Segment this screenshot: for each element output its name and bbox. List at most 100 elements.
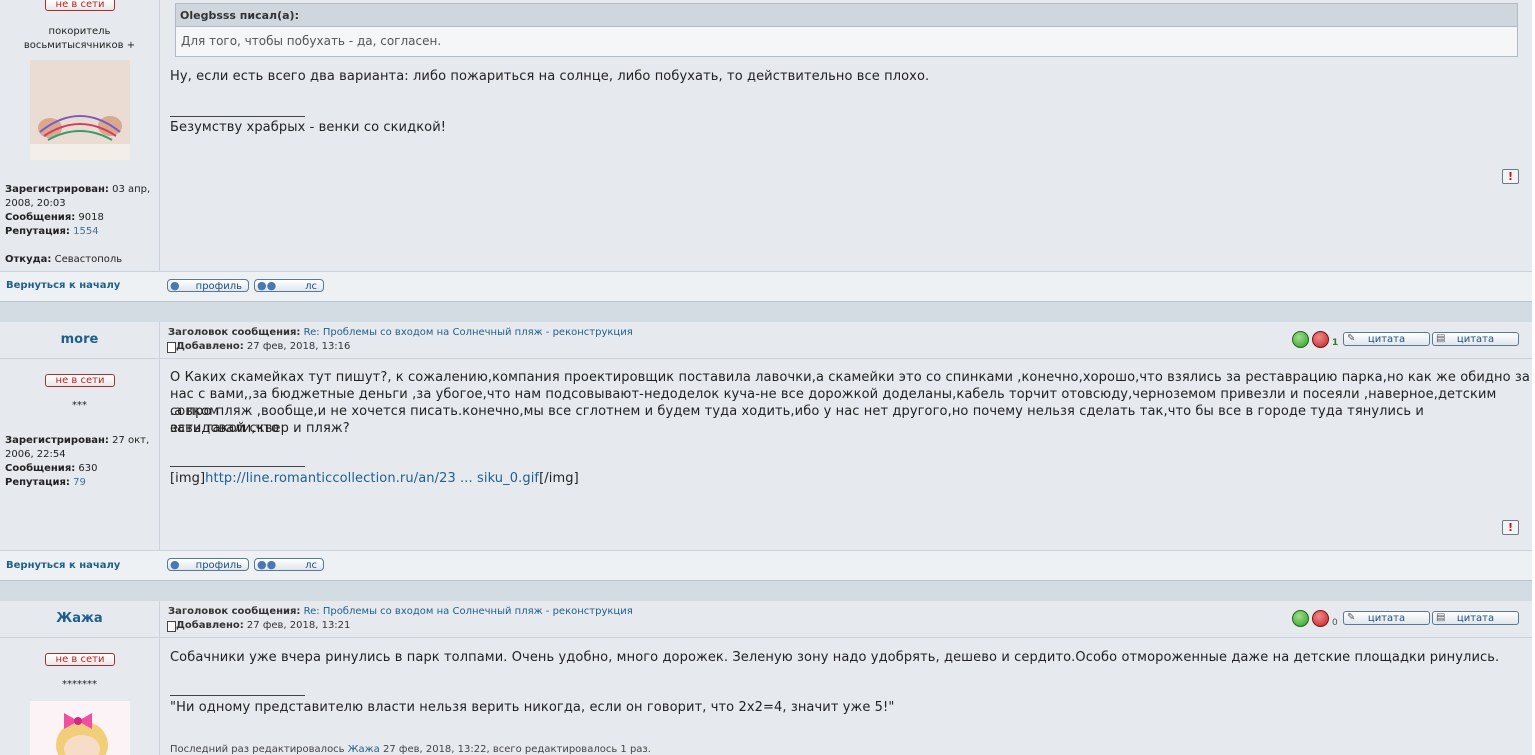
vote-down-icon[interactable] [1312, 331, 1329, 348]
post-signature: [img]http://line.romanticcollection.ru/a… [170, 470, 579, 487]
subject-link[interactable]: Re: Проблемы со входом на Солнечный пляж… [304, 606, 633, 617]
reputation-label: Репутация: [5, 226, 70, 237]
multi-quote-button[interactable]: ▤ цитата [1432, 611, 1519, 625]
user-rank: *** [72, 400, 87, 411]
multi-quote-button[interactable]: ▤ цитата [1432, 332, 1519, 346]
user-messages: Сообщения: 9018 [5, 211, 155, 225]
messages-label: Сообщения: [5, 463, 76, 474]
signature-link[interactable]: http://line.romanticcollection.ru/an/23 … [205, 471, 539, 486]
post-body-line: .а про пляж ,вообще,и не хочется писать.… [170, 404, 1424, 436]
multi-quote-icon: ▤ [1436, 333, 1446, 344]
post-body: Собачники уже вчера ринулись в парк толп… [170, 650, 1500, 665]
users-icon: ●● [257, 279, 277, 292]
user-reputation: Репутация: 1554 [5, 225, 155, 239]
post-signature: Безумству храбрых - венки со скидкой! [170, 120, 447, 135]
registered-label: Зарегистрирован: [5, 184, 109, 195]
multi-quote-icon: ▤ [1436, 612, 1446, 623]
signature-divider [170, 695, 305, 696]
post-separator [0, 580, 1532, 602]
post-document-icon[interactable] [167, 621, 176, 632]
edit-suffix: 27 фев, 2018, 13:22, всего редактировало… [379, 744, 651, 755]
multi-quote-button-label: цитата [1456, 613, 1495, 624]
subject-link[interactable]: Re: Проблемы со входом на Солнечный пляж… [304, 327, 633, 338]
messages-value: 630 [75, 463, 98, 474]
messages-label: Сообщения: [5, 212, 76, 223]
last-edit-note: Последний раз редактировалось Жажа 27 фе… [170, 744, 651, 755]
quote-author: Olegbsss писал(а): [175, 3, 1518, 27]
post-separator [0, 301, 1532, 323]
added-label: Добавлено: [176, 341, 244, 352]
subject-label: Заголовок сообщения: [168, 606, 301, 617]
report-post-icon[interactable]: ! [1502, 520, 1519, 535]
registered-label: Зарегистрирован: [5, 435, 109, 446]
quote-button-label: цитата [1367, 334, 1406, 345]
user-registered: Зарегистрирован: 03 апр, 2008, 20:03 [5, 183, 155, 211]
avatar-image [30, 701, 130, 755]
reputation-label: Репутация: [5, 477, 70, 488]
quote-text: Для того, чтобы побухать - да, согласен. [175, 27, 1518, 57]
edit-prefix: Последний раз редактировалось [170, 744, 348, 755]
user-avatar[interactable] [30, 701, 130, 755]
post-signature: "Ни одному представителю власти нельзя в… [170, 700, 895, 715]
reputation-value[interactable]: 79 [70, 477, 86, 488]
vote-down-icon[interactable] [1312, 610, 1329, 627]
pm-button-label: лс [305, 560, 317, 571]
user-messages: Сообщения: 630 [5, 462, 155, 476]
profile-button-label: профиль [195, 560, 242, 571]
vote-up-icon[interactable] [1292, 610, 1309, 627]
offline-status-badge[interactable]: не в сети [45, 374, 115, 387]
users-icon: ●● [257, 558, 277, 571]
pm-button-label: лс [305, 281, 317, 292]
profile-button-label: профиль [195, 281, 242, 292]
quote-icon: ✎ [1347, 333, 1356, 344]
user-reputation: Репутация: 79 [5, 476, 155, 490]
post-date: Добавлено: 27 фев, 2018, 13:16 [176, 341, 350, 352]
sig-img-close: [/img] [539, 471, 579, 486]
profile-button[interactable]: ● профиль [167, 558, 249, 571]
profile-icon: ● [170, 279, 180, 292]
profile-button[interactable]: ● профиль [167, 279, 249, 292]
user-location: Откуда: Севастополь [5, 253, 155, 267]
profile-icon: ● [170, 558, 180, 571]
report-post-icon[interactable]: ! [1502, 169, 1519, 184]
back-to-top-link[interactable]: Вернуться к началу [6, 280, 120, 291]
post-body-line: О Каких скамейках тут пишут?, к сожалени… [170, 370, 1530, 385]
private-message-button[interactable]: ●● лс [254, 558, 324, 571]
offline-status-badge[interactable]: не в сети [45, 653, 115, 666]
post-author-name[interactable]: Жажа [0, 611, 159, 626]
reputation-value[interactable]: 1554 [70, 226, 98, 237]
post-document-icon[interactable] [167, 342, 176, 353]
post-subject: Заголовок сообщения: Re: Проблемы со вхо… [168, 327, 633, 338]
messages-value: 9018 [75, 212, 104, 223]
user-registered: Зарегистрирован: 27 окт, 2006, 22:54 [5, 434, 155, 462]
added-label: Добавлено: [176, 620, 244, 631]
added-value: 27 фев, 2018, 13:21 [243, 620, 351, 631]
user-rank: покоритель восьмитысячников + [23, 26, 136, 51]
sig-img-open: [img] [170, 471, 206, 486]
back-to-top-link[interactable]: Вернуться к началу [6, 560, 120, 571]
quote-button-label: цитата [1367, 613, 1406, 624]
added-value: 27 фев, 2018, 13:16 [243, 341, 351, 352]
post-author-name[interactable]: more [0, 332, 159, 347]
post-subject: Заголовок сообщения: Re: Проблемы со вхо… [168, 606, 633, 617]
edit-user-link[interactable]: Жажа [348, 744, 380, 755]
location-label: Откуда: [5, 254, 52, 265]
user-avatar[interactable] [30, 60, 130, 160]
multi-quote-button-label: цитата [1456, 334, 1495, 345]
vote-count: 0 [1332, 618, 1338, 628]
offline-status-badge[interactable]: не в сети [45, 0, 115, 11]
subject-label: Заголовок сообщения: [168, 327, 301, 338]
post-body: Ну, если есть всего два варианта: либо п… [170, 69, 930, 84]
signature-divider [170, 466, 305, 467]
quote-button[interactable]: ✎ цитата [1343, 611, 1430, 625]
quote-icon: ✎ [1347, 612, 1356, 623]
signature-divider [170, 116, 305, 117]
private-message-button[interactable]: ●● лс [254, 279, 324, 292]
post-date: Добавлено: 27 фев, 2018, 13:21 [176, 620, 350, 631]
avatar-image [30, 60, 130, 160]
quote-button[interactable]: ✎ цитата [1343, 332, 1430, 346]
user-rank: ******* [62, 679, 97, 690]
location-value: Севастополь [51, 254, 123, 265]
vote-up-icon[interactable] [1292, 331, 1309, 348]
vote-count: 1 [1332, 338, 1339, 348]
